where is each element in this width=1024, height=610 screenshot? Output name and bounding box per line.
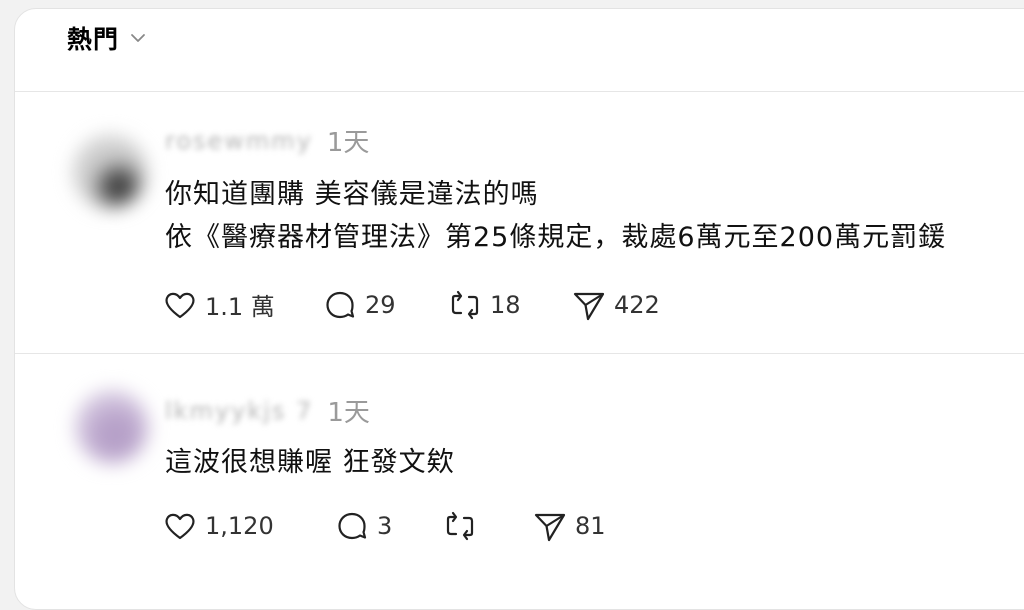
share-button[interactable]: 81: [533, 509, 606, 543]
like-button[interactable]: 1,120: [163, 509, 335, 543]
like-count: 1.1 萬: [205, 293, 275, 321]
repost-icon: [451, 290, 479, 319]
heart-icon: [165, 513, 195, 540]
chevron-down-icon: [131, 34, 145, 42]
username[interactable]: lkmyykjs 7: [165, 397, 313, 425]
repost-count: 18: [490, 290, 521, 319]
post-actions: 1,120 3 81: [163, 509, 606, 543]
share-count: 81: [575, 512, 606, 540]
username[interactable]: rosewmmy: [165, 127, 313, 155]
heart-icon: [165, 292, 195, 318]
post-actions: 1.1 萬 29 18 422: [163, 287, 660, 322]
reply-count: 29: [365, 290, 396, 319]
post-meta: lkmyykjs 7 1天: [165, 392, 370, 429]
post-meta: rosewmmy 1天: [165, 122, 369, 159]
post: lkmyykjs 7 1天 這波很想賺喔 狂發文欸 1,120 3 81: [15, 354, 1024, 594]
feed-title: 熱門: [67, 25, 120, 54]
feed-panel: 熱門 rosewmmy 1天 你知道團購 美容儀是違法的嗎 依《醫療器材管理法》…: [14, 8, 1024, 610]
repost-button[interactable]: [443, 509, 533, 543]
like-count: 1,120: [205, 512, 274, 540]
send-icon: [573, 292, 605, 320]
reply-count: 3: [377, 512, 393, 540]
share-button[interactable]: 422: [572, 288, 660, 322]
repost-icon: [446, 511, 474, 541]
send-icon: [534, 513, 566, 542]
reply-button[interactable]: 3: [335, 509, 443, 543]
like-button[interactable]: 1.1 萬: [163, 287, 323, 322]
post-text-line: 你知道團購 美容儀是違法的嗎: [165, 179, 539, 210]
comment-icon: [338, 512, 367, 540]
timestamp: 1天: [327, 398, 370, 428]
comment-icon: [326, 291, 355, 318]
share-count: 422: [614, 290, 660, 319]
timestamp: 1天: [326, 128, 370, 158]
avatar[interactable]: [75, 390, 149, 464]
repost-button[interactable]: 18: [448, 288, 572, 322]
post-text-line: 依《醫療器材管理法》第25條規定，裁處6萬元至200萬元罰鍰: [165, 222, 947, 253]
avatar[interactable]: [73, 135, 147, 209]
feed-header: 熱門: [15, 9, 1024, 92]
post: rosewmmy 1天 你知道團購 美容儀是違法的嗎 依《醫療器材管理法》第25…: [15, 92, 1024, 354]
reply-button[interactable]: 29: [323, 288, 448, 322]
feed-selector[interactable]: 熱門: [67, 21, 147, 55]
post-text-line: 這波很想賺喔 狂發文欸: [165, 447, 455, 478]
